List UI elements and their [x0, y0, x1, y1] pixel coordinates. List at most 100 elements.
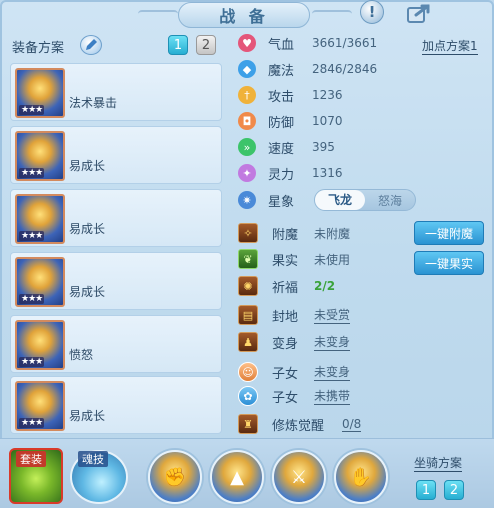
extra-row-enchant: ✧ 附魔 未附魔 [238, 222, 350, 244]
equip-effect: 易成长 [69, 409, 106, 423]
one-click-fruit-button[interactable]: 一键果实 [414, 251, 484, 275]
gauntlet-icon[interactable]: ✊ [148, 450, 202, 504]
equip-effect: 易成长 [69, 285, 106, 299]
xingxiang-label: 星象 [268, 194, 295, 210]
extra-name: 修炼觉醒 [272, 418, 325, 434]
equip-slot-weapon[interactable]: ★★★ 法术暴击 [10, 63, 222, 121]
claw-icon[interactable]: ⚔ [272, 450, 326, 504]
stat-value: 3661/3661 [312, 36, 378, 50]
equip-effect: 愤怒 [69, 348, 94, 362]
transform-icon: ♟ [238, 332, 258, 352]
stat-name: 防御 [268, 115, 295, 131]
info-icon[interactable]: ! [360, 0, 384, 24]
xingxiang-option-nuhai[interactable]: 怒海 [365, 192, 415, 209]
xingxiang-toggle[interactable]: 飞龙 怒海 [314, 189, 416, 211]
extra-value: 2/2 [314, 279, 336, 293]
armor-icon: ★★★ [15, 381, 65, 431]
star-rating: ★★★ [19, 168, 45, 178]
extra-name: 子女 [272, 390, 299, 406]
stat-row-mp: ◆ 魔法 2846/2846 [238, 59, 377, 79]
fruit-icon: ❦ [238, 249, 258, 269]
equip-plan-1-button[interactable]: 1 [168, 35, 188, 55]
equip-slot-armor[interactable]: ★★★ 易成长 [10, 376, 222, 434]
equip-slot-helmet[interactable]: ★★★ 易成长 [10, 126, 222, 184]
equip-slot-belt[interactable]: ★★★ 愤怒 [10, 315, 222, 373]
extra-row-cultivation: ♜ 修炼觉醒 0/8 [238, 413, 362, 435]
stat-name: 气血 [268, 37, 295, 53]
extra-value: 未附魔 [314, 226, 351, 241]
extra-row-blessing: ✺ 祈福 2/2 [238, 275, 335, 297]
stat-row-defense: ◘ 防御 1070 [238, 111, 343, 131]
stat-row-speed: » 速度 395 [238, 137, 335, 157]
extra-value: 未使用 [314, 252, 351, 267]
weapon-icon: ★★★ [15, 68, 65, 118]
extra-row-transform: ♟ 变身 未变身 [238, 331, 351, 353]
extra-value[interactable]: 未变身 [314, 333, 351, 351]
fief-icon: ▤ [238, 305, 258, 325]
soul-skill-label: 魂技 [78, 451, 108, 467]
pencil-icon[interactable] [80, 35, 102, 55]
stat-value: 2846/2846 [312, 62, 378, 76]
page-title: 战 备 [219, 7, 269, 26]
extra-value[interactable]: 未变身 [314, 363, 351, 381]
extra-name: 封地 [272, 309, 299, 325]
mount-plan-2-button[interactable]: 2 [444, 480, 464, 500]
stat-row-spirit: ✦ 灵力 1316 [238, 163, 343, 183]
necklace-icon: ★★★ [15, 194, 65, 244]
star-rating: ★★★ [19, 294, 45, 304]
mana-icon: ◆ [238, 60, 256, 78]
title-bar: 战 备 [178, 2, 310, 28]
suit-label: 套装 [16, 451, 46, 467]
extra-name: 果实 [272, 253, 299, 269]
paw-icon: ✿ [238, 386, 258, 406]
extra-name: 祈福 [272, 280, 299, 296]
belt-icon: ★★★ [15, 320, 65, 370]
sword-icon: † [238, 86, 256, 104]
stat-value: 1236 [312, 88, 343, 102]
extra-row-child-2: ✿ 子女 未携带 [238, 385, 351, 407]
ring-icon: ★★★ [15, 257, 65, 307]
equip-effect: 易成长 [69, 222, 106, 236]
stat-value: 1070 [312, 114, 343, 128]
extra-value[interactable]: 0/8 [342, 417, 362, 432]
stat-row-hp: ♥ 气血 3661/3661 [238, 33, 377, 53]
equip-effect: 易成长 [69, 159, 106, 173]
one-click-enchant-button[interactable]: 一键附魔 [414, 221, 484, 245]
equip-slot-necklace[interactable]: ★★★ 易成长 [10, 189, 222, 247]
share-icon[interactable] [406, 2, 432, 24]
title-ornament-right [312, 10, 352, 18]
title-ornament-left [138, 10, 178, 18]
extra-row-fief: ▤ 封地 未受赏 [238, 304, 351, 326]
child-icon: ☺ [238, 362, 258, 382]
speed-icon: » [238, 138, 256, 156]
star-rating: ★★★ [19, 357, 45, 367]
star-rating: ★★★ [19, 418, 45, 428]
equip-slot-ring[interactable]: ★★★ 易成长 [10, 252, 222, 310]
equip-plan-2-button[interactable]: 2 [196, 35, 216, 55]
extra-name: 子女 [272, 366, 299, 382]
heart-icon: ♥ [238, 34, 256, 52]
mount-plan-link[interactable]: 坐骑方案 [414, 454, 463, 472]
enchant-icon: ✧ [238, 223, 258, 243]
extra-value[interactable]: 未受赏 [314, 306, 351, 324]
add-point-plan-link[interactable]: 加点方案1 [422, 37, 478, 55]
mount-plan-1-button[interactable]: 1 [416, 480, 436, 500]
spire-icon[interactable]: ▲ [210, 450, 264, 504]
stat-row-attack: † 攻击 1236 [238, 85, 343, 105]
star-rating: ★★★ [19, 231, 45, 241]
extra-row-child-1: ☺ 子女 未变身 [238, 361, 351, 383]
stat-name: 灵力 [268, 167, 295, 183]
star-sign-icon: ✷ [238, 191, 256, 209]
extra-value[interactable]: 未携带 [314, 387, 351, 405]
spirit-icon: ✦ [238, 164, 256, 182]
equip-plan-label: 装备方案 [12, 41, 65, 56]
extra-name: 变身 [272, 336, 299, 352]
fist-icon[interactable]: ✋ [334, 450, 388, 504]
extra-row-fruit: ❦ 果实 未使用 [238, 248, 350, 270]
xingxiang-option-feilong[interactable]: 飞龙 [315, 190, 365, 210]
equip-effect: 法术暴击 [69, 96, 118, 110]
star-rating: ★★★ [19, 105, 45, 115]
extra-name: 附魔 [272, 227, 299, 243]
stat-name: 速度 [268, 141, 295, 157]
stat-value: 395 [312, 140, 335, 154]
